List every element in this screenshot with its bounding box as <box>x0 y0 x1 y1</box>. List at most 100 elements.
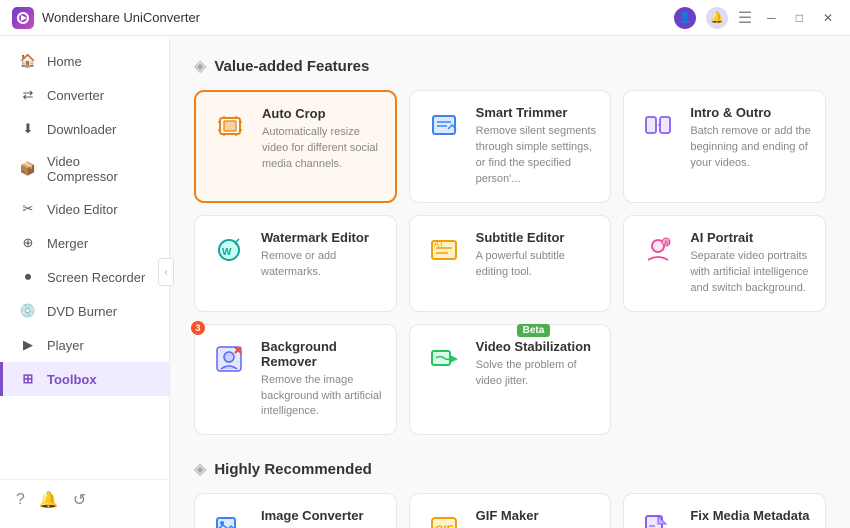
titlebar-right: 👤 🔔 ☰ ─ □ ✕ <box>674 7 838 29</box>
beta-badge: Beta <box>517 324 551 337</box>
hamburger-icon[interactable]: ☰ <box>738 8 752 28</box>
toolbox-icon: ⊞ <box>19 370 37 388</box>
fix-media-metadata-title: Fix Media Metadata <box>690 508 811 523</box>
notification-bell-icon[interactable]: 🔔 <box>706 7 728 29</box>
sidebar-label-downloader: Downloader <box>47 122 116 137</box>
ai-portrait-icon: AI <box>638 230 678 270</box>
value-added-grid: Auto Crop Automatically resize video for… <box>194 90 826 435</box>
settings-icon[interactable]: ↺ <box>73 490 86 510</box>
player-icon: ▶ <box>19 336 37 354</box>
feature-card-background-remover[interactable]: 3 Background Remover Remove the image ba… <box>194 324 397 436</box>
feature-card-watermark-editor[interactable]: W Watermark Editor Remove or add waterma… <box>194 215 397 312</box>
sidebar-item-screen-recorder[interactable]: ⏺ Screen Recorder <box>0 260 169 294</box>
notification-badge: 3 <box>191 321 205 335</box>
content-area: ◈ Value-added Features Auto Crop Automat… <box>170 36 850 528</box>
sidebar-bottom: ? 🔔 ↺ <box>0 479 169 520</box>
sidebar-label-video-editor: Video Editor <box>47 202 118 217</box>
sidebar-item-dvd-burner[interactable]: 💿 DVD Burner <box>0 294 169 328</box>
svg-text:AI: AI <box>664 241 670 247</box>
gif-maker-icon: GIF <box>424 508 464 528</box>
sidebar-label-screen-recorder: Screen Recorder <box>47 270 145 285</box>
sidebar-collapse-button[interactable]: ‹ <box>158 258 174 286</box>
sidebar-item-toolbox[interactable]: ⊞ Toolbox <box>0 362 169 396</box>
sidebar-label-toolbox: Toolbox <box>47 372 97 387</box>
sidebar-item-video-compressor[interactable]: 📦 Video Compressor <box>0 146 169 192</box>
section-gem-icon: ◈ <box>194 56 206 76</box>
watermark-editor-icon: W <box>209 230 249 270</box>
help-icon[interactable]: ? <box>16 491 25 509</box>
sidebar-label-dvd-burner: DVD Burner <box>47 304 117 319</box>
section-title-recommended: Highly Recommended <box>214 461 372 478</box>
feature-card-smart-trimmer[interactable]: Smart Trimmer Remove silent segments thr… <box>409 90 612 203</box>
close-button[interactable]: ✕ <box>818 9 838 27</box>
subtitle-editor-desc: A powerful subtitle editing tool. <box>476 249 597 281</box>
feature-card-ai-portrait[interactable]: AI AI Portrait Separate video portraits … <box>623 215 826 312</box>
intro-outro-icon <box>638 105 678 145</box>
image-converter-title: Image Converter <box>261 508 382 523</box>
video-stabilization-text: Video Stabilization Solve the problem of… <box>476 339 597 390</box>
sidebar-label-converter: Converter <box>47 88 104 103</box>
background-remover-text: Background Remover Remove the image back… <box>261 339 382 421</box>
titlebar: Wondershare UniConverter 👤 🔔 ☰ ─ □ ✕ <box>0 0 850 36</box>
alert-icon[interactable]: 🔔 <box>39 490 59 510</box>
downloader-icon: ⬇ <box>19 120 37 138</box>
background-remover-desc: Remove the image background with artific… <box>261 373 382 421</box>
main-layout: 🏠 Home ⇄ Converter ⬇ Downloader 📦 Video … <box>0 36 850 528</box>
minimize-button[interactable]: ─ <box>762 9 781 27</box>
video-compressor-icon: 📦 <box>19 160 37 178</box>
feature-card-intro-outro[interactable]: Intro & Outro Batch remove or add the be… <box>623 90 826 203</box>
subtitle-editor-title: Subtitle Editor <box>476 230 597 245</box>
auto-crop-title: Auto Crop <box>262 106 381 121</box>
recommended-section-header: ◈ Highly Recommended <box>194 459 826 479</box>
watermark-editor-title: Watermark Editor <box>261 230 382 245</box>
subtitle-editor-icon: AT <box>424 230 464 270</box>
video-editor-icon: ✂ <box>19 200 37 218</box>
feature-card-subtitle-editor[interactable]: AT Subtitle Editor A powerful subtitle e… <box>409 215 612 312</box>
smart-trimmer-text: Smart Trimmer Remove silent segments thr… <box>476 105 597 188</box>
section-star-icon: ◈ <box>194 459 206 479</box>
image-converter-text: Image Converter Convert images to other … <box>261 508 382 528</box>
auto-crop-desc: Automatically resize video for different… <box>262 125 381 173</box>
ai-portrait-title: AI Portrait <box>690 230 811 245</box>
feature-card-auto-crop[interactable]: Auto Crop Automatically resize video for… <box>194 90 397 203</box>
svg-text:AT: AT <box>434 240 444 249</box>
dvd-burner-icon: 💿 <box>19 302 37 320</box>
sidebar-item-home[interactable]: 🏠 Home <box>0 44 169 78</box>
sidebar-item-merger[interactable]: ⊕ Merger <box>0 226 169 260</box>
user-avatar-icon[interactable]: 👤 <box>674 7 696 29</box>
sidebar-item-video-editor[interactable]: ✂ Video Editor <box>0 192 169 226</box>
svg-text:W: W <box>222 247 232 258</box>
subtitle-editor-text: Subtitle Editor A powerful subtitle edit… <box>476 230 597 281</box>
screen-recorder-icon: ⏺ <box>19 268 37 286</box>
feature-card-gif-maker[interactable]: GIF GIF Maker Make GIFs from videos or p… <box>409 493 612 528</box>
fix-media-metadata-text: Fix Media Metadata Auto-fix and edit met… <box>690 508 811 528</box>
background-remover-icon <box>209 339 249 379</box>
video-stabilization-icon <box>424 339 464 379</box>
section-title-value-added: Value-added Features <box>214 58 369 75</box>
home-icon: 🏠 <box>19 52 37 70</box>
sidebar-item-player[interactable]: ▶ Player <box>0 328 169 362</box>
sidebar-label-player: Player <box>47 338 84 353</box>
smart-trimmer-icon <box>424 105 464 145</box>
auto-crop-text: Auto Crop Automatically resize video for… <box>262 106 381 173</box>
feature-card-fix-media-metadata[interactable]: ✓ Fix Media Metadata Auto-fix and edit m… <box>623 493 826 528</box>
feature-card-image-converter[interactable]: Image Converter Convert images to other … <box>194 493 397 528</box>
converter-icon: ⇄ <box>19 86 37 104</box>
sidebar: 🏠 Home ⇄ Converter ⬇ Downloader 📦 Video … <box>0 36 170 528</box>
sidebar-item-downloader[interactable]: ⬇ Downloader <box>0 112 169 146</box>
value-added-section-header: ◈ Value-added Features <box>194 56 826 76</box>
ai-portrait-desc: Separate video portraits with artificial… <box>690 249 811 297</box>
video-stabilization-title: Video Stabilization <box>476 339 597 354</box>
intro-outro-title: Intro & Outro <box>690 105 811 120</box>
sidebar-label-home: Home <box>47 54 82 69</box>
maximize-button[interactable]: □ <box>791 9 808 27</box>
recommended-grid: Image Converter Convert images to other … <box>194 493 826 528</box>
feature-card-video-stabilization[interactable]: Beta Video Stabilization Solve the probl… <box>409 324 612 436</box>
watermark-editor-text: Watermark Editor Remove or add watermark… <box>261 230 382 281</box>
app-logo <box>12 7 34 29</box>
intro-outro-text: Intro & Outro Batch remove or add the be… <box>690 105 811 172</box>
gif-maker-text: GIF Maker Make GIFs from videos or pictu… <box>476 508 597 528</box>
sidebar-item-converter[interactable]: ⇄ Converter <box>0 78 169 112</box>
svg-text:GIF: GIF <box>435 524 454 528</box>
ai-portrait-text: AI Portrait Separate video portraits wit… <box>690 230 811 297</box>
